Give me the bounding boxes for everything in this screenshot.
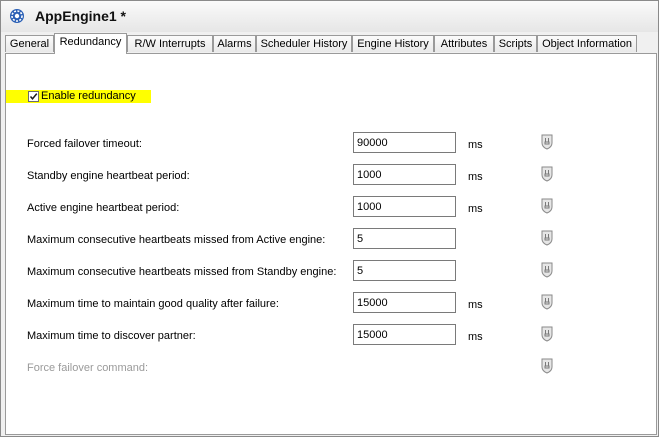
tab-scheduler-history[interactable]: Scheduler History — [256, 35, 352, 52]
tab-alarms[interactable]: Alarms — [213, 35, 256, 52]
lock-icon[interactable] — [540, 262, 554, 278]
checkmark-icon — [29, 93, 38, 100]
tab-engine-history[interactable]: Engine History — [352, 35, 434, 52]
standby-heartbeat-period-input[interactable] — [353, 164, 456, 185]
lock-icon[interactable] — [540, 166, 554, 182]
lock-icon[interactable] — [540, 294, 554, 310]
tab-strip: General Redundancy R/W Interrupts Alarms… — [5, 33, 657, 54]
tab-attributes[interactable]: Attributes — [434, 35, 494, 52]
lock-icon[interactable] — [540, 134, 554, 150]
tab-general[interactable]: General — [5, 35, 54, 52]
redundancy-panel: Enable redundancy Forced failover timeou… — [5, 54, 657, 435]
max-discover-partner-unit: ms — [468, 331, 483, 343]
force-failover-command-label: Force failover command: — [27, 362, 149, 374]
standby-heartbeat-period-unit: ms — [468, 171, 483, 183]
tab-redundancy[interactable]: Redundancy — [54, 33, 127, 54]
max-discover-partner-label: Maximum time to discover partner: — [27, 330, 196, 342]
tab-object-information[interactable]: Object Information — [537, 35, 637, 52]
max-good-quality-time-unit: ms — [468, 299, 483, 311]
max-missed-standby-label: Maximum consecutive heartbeats missed fr… — [27, 266, 337, 278]
forced-failover-timeout-label: Forced failover timeout: — [27, 138, 142, 150]
forced-failover-timeout-input[interactable] — [353, 132, 456, 153]
max-missed-active-input[interactable] — [353, 228, 456, 249]
lock-icon[interactable] — [540, 358, 554, 374]
lock-icon[interactable] — [540, 198, 554, 214]
editor-window: AppEngine1 * General Redundancy R/W Inte… — [0, 0, 659, 437]
max-missed-active-label: Maximum consecutive heartbeats missed fr… — [27, 234, 326, 246]
max-missed-standby-input[interactable] — [353, 260, 456, 281]
active-heartbeat-period-label: Active engine heartbeat period: — [27, 202, 180, 214]
max-good-quality-time-input[interactable] — [353, 292, 456, 313]
lock-icon[interactable] — [540, 326, 554, 342]
max-good-quality-time-label: Maximum time to maintain good quality af… — [27, 298, 279, 310]
active-heartbeat-period-input[interactable] — [353, 196, 456, 217]
engine-gear-icon — [9, 8, 25, 24]
standby-heartbeat-period-label: Standby engine heartbeat period: — [27, 170, 190, 182]
window-title: AppEngine1 * — [35, 8, 127, 24]
lock-icon[interactable] — [540, 230, 554, 246]
enable-redundancy-label[interactable]: Enable redundancy — [41, 90, 136, 103]
enable-redundancy-checkbox[interactable] — [28, 91, 39, 102]
tab-scripts[interactable]: Scripts — [494, 35, 537, 52]
tab-rw-interrupts[interactable]: R/W Interrupts — [127, 35, 213, 52]
max-discover-partner-input[interactable] — [353, 324, 456, 345]
title-bar: AppEngine1 * — [1, 1, 658, 32]
forced-failover-timeout-unit: ms — [468, 139, 483, 151]
enable-redundancy-row: Enable redundancy — [6, 90, 151, 103]
active-heartbeat-period-unit: ms — [468, 203, 483, 215]
